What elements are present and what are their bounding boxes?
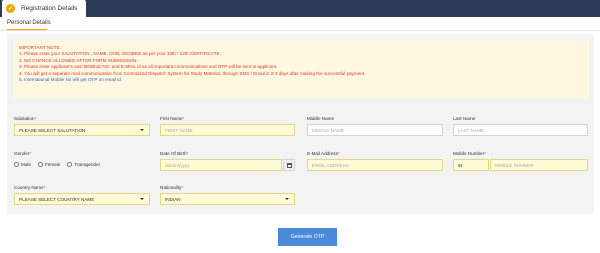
gender-option-label: Female (44, 162, 61, 167)
last-name-label: Last Name (453, 116, 476, 121)
tab-personal-details[interactable]: Personal Details (7, 20, 51, 26)
nationality-label: Nationality* (160, 185, 184, 190)
tab-label: Registration Details (21, 5, 78, 12)
gender-transgender[interactable]: Transgender (67, 162, 100, 167)
tab-divider (0, 30, 600, 31)
country-label: Country Name* (14, 185, 46, 190)
chevron-down-icon (140, 198, 144, 200)
mobile-input[interactable]: MOBILE NUMBER (490, 159, 588, 171)
country-select[interactable]: PLEASE SELECT COUNTRY NAME (14, 193, 150, 205)
dob-label: Date Of Birth* (160, 151, 189, 156)
email-label: E-Mail Address* (307, 151, 340, 156)
nationality-select[interactable]: INDIAN (160, 193, 295, 205)
nationality-value: INDIAN (165, 196, 181, 202)
dob-input[interactable]: dd/mm/yyyy (160, 159, 282, 171)
gender-male[interactable]: Male (14, 162, 31, 167)
country-value: PLEASE SELECT COUNTRY NAME (19, 196, 95, 202)
chevron-down-icon (285, 198, 289, 200)
country-code-input[interactable]: 91 (453, 159, 489, 171)
salutation-label: Salutation* (14, 116, 37, 121)
salutation-select[interactable]: PLEASE SELECT SALUTATION (14, 124, 150, 136)
middle-name-input[interactable]: MIDDLE NAME (307, 124, 443, 136)
mobile-label: Mobile Number* (453, 151, 486, 156)
first-name-label: First Name* (160, 116, 185, 121)
email-input[interactable]: EMAIL ADDRESS (307, 159, 443, 171)
gender-option-label: Transgender (74, 162, 101, 167)
gender-option-label: Male (21, 162, 31, 167)
important-note: IMPORTANT NOTE: 1. Please enter your SAL… (13, 40, 589, 98)
middle-name-label: Middle Name (307, 116, 335, 121)
last-name-input[interactable]: LAST NAME (453, 124, 588, 136)
gender-female[interactable]: Female (37, 162, 61, 167)
top-bar (0, 0, 600, 17)
gender-label: Gender* (14, 151, 32, 156)
calendar-icon (286, 162, 292, 168)
tab-registration-details[interactable]: ✓ Registration Details (2, 0, 86, 17)
calendar-button[interactable] (283, 159, 295, 171)
radio-icon (14, 162, 19, 167)
note-line-international: 5. International Mobile No will get OTP … (19, 77, 123, 83)
radio-icon (67, 162, 73, 167)
salutation-value: PLEASE SELECT SALUTATION (19, 127, 86, 133)
generate-otp-button[interactable]: Generate OTP (278, 228, 337, 246)
gender-radio-group: Male Female Transgender (14, 162, 107, 167)
chevron-down-icon (140, 129, 144, 131)
registration-icon: ✓ (6, 4, 15, 13)
first-name-input[interactable]: FIRST NAME (160, 124, 295, 136)
radio-icon (37, 162, 43, 167)
